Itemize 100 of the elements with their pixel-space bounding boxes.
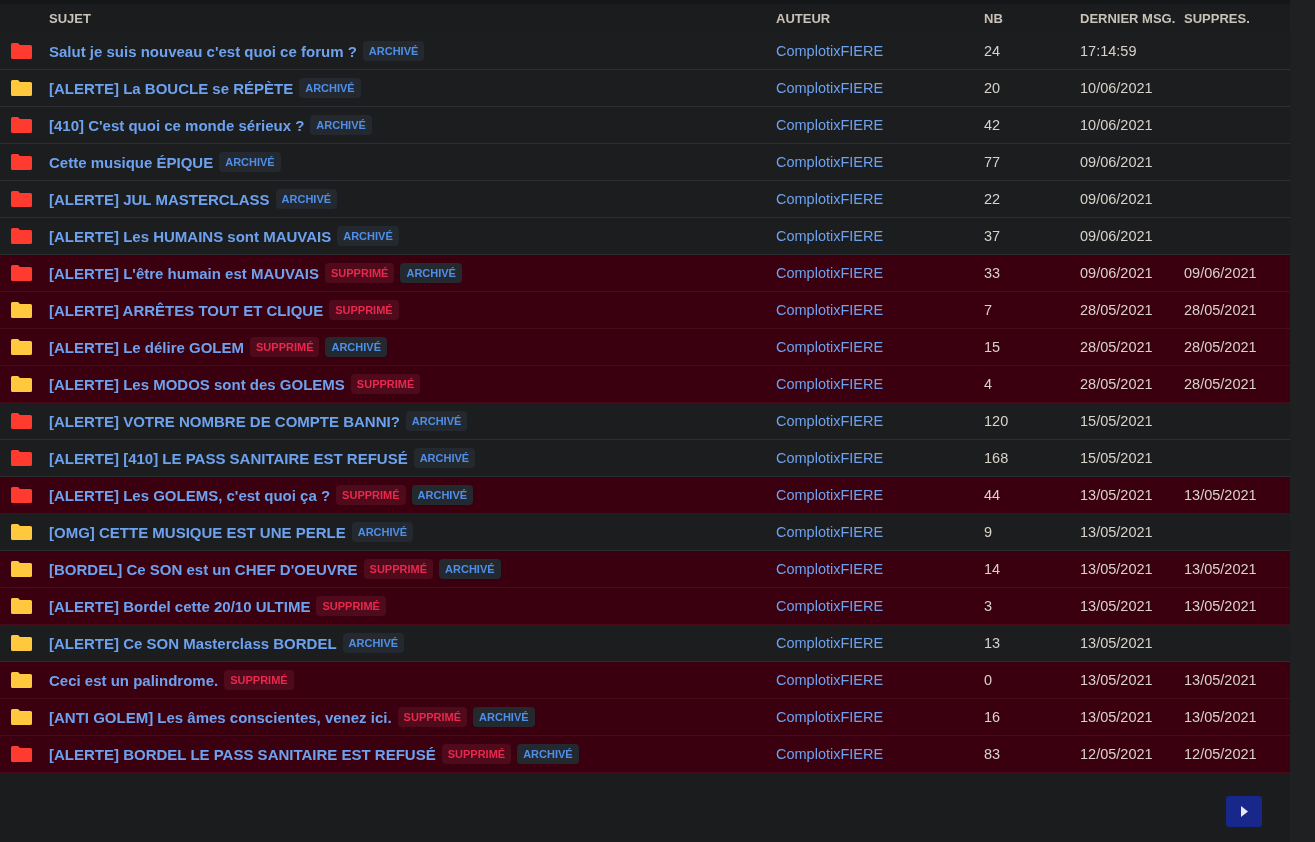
last-message-date: 13/05/2021 xyxy=(1080,487,1153,503)
deletion-date: 09/06/2021 xyxy=(1184,265,1257,281)
message-count: 15 xyxy=(984,339,1001,355)
message-count: 120 xyxy=(984,413,1009,429)
author-link[interactable]: ComplotixFIERE xyxy=(776,746,884,762)
column-header: DERNIER MSG. xyxy=(1080,11,1177,26)
topic-link[interactable]: [ALERTE] Bordel cette 20/10 ULTIME xyxy=(49,597,311,615)
play-icon xyxy=(1240,806,1248,817)
author-link[interactable]: ComplotixFIERE xyxy=(776,709,884,725)
author-link[interactable]: ComplotixFIERE xyxy=(776,487,884,503)
author-link[interactable]: ComplotixFIERE xyxy=(776,561,884,577)
topic-link[interactable]: [ANTI GOLEM] Les âmes conscientes, venez ici. xyxy=(49,708,392,726)
last-message-date: 13/05/2021 xyxy=(1080,672,1153,688)
message-count: 83 xyxy=(984,746,1001,762)
last-message-date: 13/05/2021 xyxy=(1080,709,1153,725)
message-count: 37 xyxy=(984,228,1001,244)
last-message-date: 28/05/2021 xyxy=(1080,302,1153,318)
author-link[interactable]: ComplotixFIERE xyxy=(776,635,884,651)
status-tag: SUPPRIMÉ xyxy=(329,300,399,320)
message-count: 77 xyxy=(984,154,1001,170)
next-page-button[interactable] xyxy=(1226,796,1262,827)
status-tag: ARCHIVÉ xyxy=(219,152,281,172)
deletion-date: 28/05/2021 xyxy=(1184,376,1257,392)
author-link[interactable]: ComplotixFIERE xyxy=(776,376,884,392)
deletion-date: 28/05/2021 xyxy=(1184,302,1257,318)
last-message-date: 09/06/2021 xyxy=(1080,191,1153,207)
message-count: 14 xyxy=(984,561,1001,577)
status-tag: SUPPRIMÉ xyxy=(441,744,512,764)
author-link[interactable]: ComplotixFIERE xyxy=(776,117,884,133)
status-tag: ARCHIVÉ xyxy=(362,41,425,61)
author-link[interactable]: ComplotixFIERE xyxy=(776,598,884,614)
message-count: 33 xyxy=(984,265,1001,281)
deletion-date: 13/05/2021 xyxy=(1184,709,1257,725)
status-tag: SUPPRIMÉ xyxy=(350,374,421,394)
topic-link[interactable]: [ALERTE] ARRÊTES TOUT ET CLIQUE xyxy=(49,301,324,319)
topic-link[interactable]: [BORDEL] Ce SON est un CHEF D'OEUVRE xyxy=(49,560,358,578)
status-tag: ARCHIVÉ xyxy=(411,485,474,505)
message-count: 22 xyxy=(984,191,1001,207)
last-message-date: 10/06/2021 xyxy=(1080,117,1153,133)
message-count: 42 xyxy=(984,117,1001,133)
topic-link[interactable]: [ALERTE] BORDEL LE PASS SANITAIRE EST REFUSÉ xyxy=(49,745,436,763)
author-link[interactable]: ComplotixFIERE xyxy=(776,302,884,318)
topic-link[interactable]: [ALERTE] JUL MASTERCLASS xyxy=(49,190,270,208)
column-header: SUPPRES. xyxy=(1184,11,1251,26)
message-count: 24 xyxy=(984,43,1001,59)
topic-link[interactable]: [ALERTE] L'être humain est MAUVAIS xyxy=(49,264,319,282)
deletion-date: 13/05/2021 xyxy=(1184,487,1257,503)
last-message-date: 13/05/2021 xyxy=(1080,598,1153,614)
topic-link[interactable]: [ALERTE] Ce SON Masterclass BORDEL xyxy=(49,634,337,652)
status-tag: ARCHIVÉ xyxy=(413,448,476,468)
author-link[interactable]: ComplotixFIERE xyxy=(776,450,884,466)
author-link[interactable]: ComplotixFIERE xyxy=(776,228,884,244)
topic-link[interactable]: [ALERTE] Les MODOS sont des GOLEMS xyxy=(49,375,345,393)
topic-link[interactable]: [ALERTE] La BOUCLE se RÉPÈTE xyxy=(49,79,294,97)
message-count: 13 xyxy=(984,635,1001,651)
last-message-date: 09/06/2021 xyxy=(1080,265,1153,281)
message-count: 44 xyxy=(984,487,1001,503)
column-header: SUJET xyxy=(49,11,92,26)
status-tag: ARCHIVÉ xyxy=(473,707,535,727)
topic-link[interactable]: [410] C'est quoi ce monde sérieux ? xyxy=(49,116,305,134)
deletion-date: 13/05/2021 xyxy=(1184,672,1257,688)
status-tag: SUPPRIMÉ xyxy=(316,596,386,616)
author-link[interactable]: ComplotixFIERE xyxy=(776,413,884,429)
topic-link[interactable]: [ALERTE] [410] LE PASS SANITAIRE EST REFUSÉ xyxy=(49,449,408,467)
topic-link[interactable]: Ceci est un palindrome. xyxy=(49,671,219,689)
author-link[interactable]: ComplotixFIERE xyxy=(776,339,884,355)
topic-link[interactable]: Salut je suis nouveau c'est quoi ce forum ? xyxy=(49,42,357,60)
last-message-date: 15/05/2021 xyxy=(1080,450,1153,466)
status-tag: ARCHIVÉ xyxy=(517,744,579,764)
author-link[interactable]: ComplotixFIERE xyxy=(776,672,884,688)
author-link[interactable]: ComplotixFIERE xyxy=(776,154,884,170)
topic-link[interactable]: [ALERTE] VOTRE NOMBRE DE COMPTE BANNI? xyxy=(49,412,400,430)
message-count: 168 xyxy=(984,450,1009,466)
column-header: NB xyxy=(984,11,1004,26)
status-tag: SUPPRIMÉ xyxy=(250,337,320,357)
message-count: 20 xyxy=(984,80,1001,96)
author-link[interactable]: ComplotixFIERE xyxy=(776,43,884,59)
author-link[interactable]: ComplotixFIERE xyxy=(776,80,884,96)
topic-link[interactable]: [ALERTE] Les HUMAINS sont MAUVAIS xyxy=(49,227,332,245)
scrollbar-track[interactable] xyxy=(1290,0,1315,842)
status-tag: SUPPRIMÉ xyxy=(336,485,406,505)
author-link[interactable]: ComplotixFIERE xyxy=(776,265,884,281)
topic-link[interactable]: [OMG] CETTE MUSIQUE EST UNE PERLE xyxy=(49,523,346,541)
author-link[interactable]: ComplotixFIERE xyxy=(776,524,884,540)
status-tag: ARCHIVÉ xyxy=(405,411,468,431)
topic-link[interactable]: [ALERTE] Les GOLEMS, c'est quoi ça ? xyxy=(49,486,331,504)
status-tag: ARCHIVÉ xyxy=(400,263,462,283)
last-message-date: 13/05/2021 xyxy=(1080,561,1153,577)
status-tag: ARCHIVÉ xyxy=(275,189,338,209)
status-tag: ARCHIVÉ xyxy=(337,226,399,246)
topic-link[interactable]: Cette musique ÉPIQUE xyxy=(49,153,214,171)
status-tag: ARCHIVÉ xyxy=(351,522,414,542)
deletion-date: 28/05/2021 xyxy=(1184,339,1257,355)
topic-link[interactable]: [ALERTE] Le délire GOLEM xyxy=(49,338,244,356)
last-message-date: 12/05/2021 xyxy=(1080,746,1153,762)
deletion-date: 13/05/2021 xyxy=(1184,598,1257,614)
message-count: 3 xyxy=(984,598,993,614)
status-tag: SUPPRIMÉ xyxy=(363,559,434,579)
message-count: 4 xyxy=(984,376,993,392)
author-link[interactable]: ComplotixFIERE xyxy=(776,191,884,207)
